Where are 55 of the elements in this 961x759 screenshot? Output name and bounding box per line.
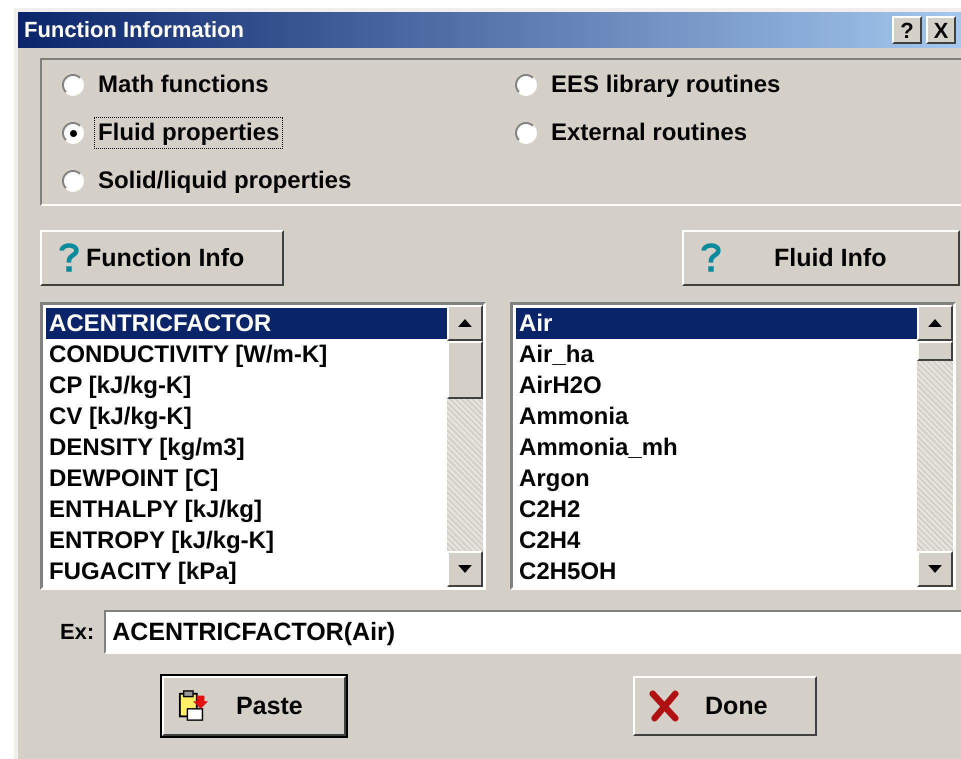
- scroll-thumb[interactable]: [917, 341, 953, 361]
- function-list[interactable]: ACENTRICFACTOR CONDUCTIVITY [W/m-K] CP [kJ/kg-K] CV [kJ/kg-K] DENSITY [kg/m3] DEWPOINT [C] ENTHALPY [kJ/kg] ENTROPY [kJ/kg-K] FUGACITY [kPa]: [40, 302, 486, 590]
- scroll-down-button[interactable]: [917, 551, 953, 587]
- window-title: Function Information: [24, 17, 244, 43]
- list-item[interactable]: ACENTRICFACTOR: [46, 308, 447, 339]
- down-arrow-icon: [458, 565, 472, 573]
- list-item[interactable]: FUGACITY [kPa]: [46, 556, 447, 587]
- list-item[interactable]: ENTHALPY [kJ/kg]: [46, 494, 447, 525]
- radio-button[interactable]: [62, 170, 84, 192]
- list-item[interactable]: Ammonia: [516, 401, 917, 432]
- list-item[interactable]: Ammonia_mh: [516, 432, 917, 463]
- list-item[interactable]: DENSITY [kg/m3]: [46, 432, 447, 463]
- radio-button[interactable]: [515, 122, 537, 144]
- radio-button[interactable]: [62, 74, 84, 96]
- radio-button[interactable]: [62, 122, 84, 144]
- list-item[interactable]: C2H2: [516, 494, 917, 525]
- info-button[interactable]: Function Info: [40, 230, 284, 286]
- list-item[interactable]: Air_ha: [516, 339, 917, 370]
- up-arrow-icon: [928, 319, 942, 327]
- up-arrow-icon: [458, 319, 472, 327]
- fluid-list[interactable]: Air Air_ha AirH2O Ammonia Ammonia_mh Argon C2H2 C2H4 C2H5OH: [510, 302, 956, 590]
- list-item[interactable]: ENTROPY [kJ/kg-K]: [46, 525, 447, 556]
- radio-label[interactable]: Fluid properties: [94, 117, 284, 149]
- done-button[interactable]: Done: [633, 676, 817, 736]
- list-item[interactable]: CP [kJ/kg-K]: [46, 370, 447, 401]
- radio-label[interactable]: EES library routines: [547, 69, 784, 101]
- list-item[interactable]: CONDUCTIVITY [W/m-K]: [46, 339, 447, 370]
- list-item[interactable]: CV [kJ/kg-K]: [46, 401, 447, 432]
- cross-icon: [649, 690, 679, 722]
- scroll-down-button[interactable]: [447, 551, 483, 587]
- scroll-up-button[interactable]: [917, 305, 953, 341]
- scroll-thumb[interactable]: [447, 341, 483, 399]
- info-button[interactable]: Fluid Info: [682, 230, 960, 286]
- list-item[interactable]: DEWPOINT [C]: [46, 463, 447, 494]
- list-item[interactable]: AirH2O: [516, 370, 917, 401]
- paste-button[interactable]: Paste: [162, 676, 346, 736]
- down-arrow-icon: [928, 565, 942, 573]
- list-item[interactable]: Air: [516, 308, 917, 339]
- list-item[interactable]: C2H4: [516, 525, 917, 556]
- help-icon: [58, 241, 80, 275]
- scrollbar[interactable]: [917, 305, 953, 587]
- list-item[interactable]: Argon: [516, 463, 917, 494]
- title-button[interactable]: ?: [892, 16, 922, 44]
- radio-label[interactable]: Solid/liquid properties: [94, 165, 356, 197]
- radio-label[interactable]: Math functions: [94, 69, 273, 101]
- field-label: Ex:: [60, 619, 94, 645]
- scrollbar[interactable]: [447, 305, 483, 587]
- radio-label[interactable]: External routines: [547, 117, 752, 149]
- radio-button[interactable]: [515, 74, 537, 96]
- help-icon: [700, 241, 722, 275]
- title-button[interactable]: X: [926, 16, 956, 44]
- list-item[interactable]: C2H5OH: [516, 556, 917, 587]
- scroll-up-button[interactable]: [447, 305, 483, 341]
- clipboard-icon: [178, 690, 210, 722]
- example-field[interactable]: ACENTRICFACTOR(Air): [104, 610, 961, 654]
